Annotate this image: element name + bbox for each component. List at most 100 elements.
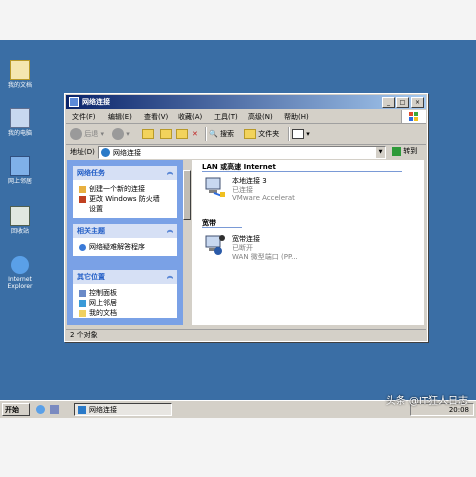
move-to-icon: [160, 129, 172, 139]
toolbar-separator: [205, 127, 207, 141]
address-value: 网络连接: [113, 149, 141, 157]
menu-favorites[interactable]: 收藏(A): [178, 112, 202, 122]
go-button[interactable]: 转到: [392, 146, 422, 158]
search-icon: 🔍: [209, 130, 218, 138]
taskbar-item-network-connections[interactable]: 网络连接: [74, 403, 172, 416]
toolbar: 后退 ▾ ▾ ✕ 🔍 搜索 文件夹 ▾: [66, 124, 426, 145]
desktop-icon-my-documents[interactable]: 我的文档: [0, 60, 40, 89]
window-icon: [69, 97, 79, 107]
back-arrow-icon: [70, 128, 82, 140]
connection-broadband[interactable]: 宽带连接 已断开 WAN 微型端口 (PP...: [202, 234, 372, 264]
address-bar: 地址(D) 网络连接 ▼ 转到: [66, 145, 426, 159]
bottom-band: [0, 418, 476, 477]
search-button[interactable]: 🔍 搜索: [209, 127, 234, 141]
place-network-places[interactable]: 网上邻居: [73, 298, 177, 308]
network-places-icon: [10, 156, 30, 176]
related-topics-box: 相关主题 ︽ 网络疑难解答程序: [73, 224, 177, 256]
address-input[interactable]: 网络连接 ▼: [98, 146, 386, 159]
menu-advanced[interactable]: 高级(N): [248, 112, 273, 122]
group-divider: [202, 227, 242, 228]
move-to-button[interactable]: [160, 127, 172, 141]
topic-network-troubleshooter[interactable]: 网络疑难解答程序: [73, 242, 177, 252]
place-control-panel[interactable]: 控制面板: [73, 288, 177, 298]
menu-bar: 文件(F) 编辑(E) 查看(V) 收藏(A) 工具(T) 高级(N) 帮助(H…: [66, 110, 426, 124]
lan-connection-icon: [202, 176, 226, 198]
go-arrow-icon: [392, 146, 401, 156]
clock[interactable]: 20:08: [449, 406, 469, 414]
up-folder-icon: [142, 129, 154, 139]
control-panel-icon: [79, 289, 86, 297]
task-change-firewall-line2[interactable]: 设置: [73, 204, 177, 214]
copy-to-icon: [176, 129, 188, 139]
group-divider: [202, 171, 402, 172]
connection-device: VMware Accelerat: [232, 194, 295, 202]
window-title: 网络连接: [82, 98, 110, 106]
internet-explorer-icon: [11, 256, 29, 274]
address-label: 地址(D): [70, 148, 95, 156]
place-my-documents[interactable]: 我的文档: [73, 308, 177, 318]
connections-list: LAN 或高速 Internet 本地连接 3 已连接 VMware Accel…: [192, 160, 424, 325]
address-dropdown-button[interactable]: ▼: [376, 147, 385, 158]
task-create-connection[interactable]: 创建一个新的连接: [73, 184, 177, 194]
delete-icon: ✕: [192, 130, 198, 138]
close-button[interactable]: ×: [411, 97, 424, 108]
scrollbar-thumb[interactable]: [183, 170, 191, 220]
quick-launch-ie-icon[interactable]: [36, 405, 45, 414]
network-connections-window: 网络连接 _ □ × 文件(F) 编辑(E) 查看(V) 收藏(A) 工具(T)…: [64, 93, 428, 342]
task-pane: 网络任务 ︽ 创建一个新的连接 更改 Windows 防火墙 设置 相关主题 ︽…: [67, 160, 183, 325]
collapse-icon: ︽: [166, 273, 173, 280]
copy-to-button[interactable]: [176, 127, 188, 141]
network-tasks-header[interactable]: 网络任务 ︽: [73, 166, 177, 180]
related-topics-header[interactable]: 相关主题 ︽: [73, 224, 177, 238]
folders-icon: [244, 129, 256, 139]
forward-button[interactable]: ▾: [112, 127, 130, 141]
task-change-firewall[interactable]: 更改 Windows 防火墙: [73, 194, 177, 204]
forward-arrow-icon: [112, 128, 124, 140]
documents-icon: [79, 309, 86, 317]
task-pane-scrollbar[interactable]: [183, 160, 191, 325]
menu-file[interactable]: 文件(F): [72, 112, 96, 122]
documents-icon: [10, 60, 30, 80]
connection-device: WAN 微型端口 (PP...: [232, 253, 298, 261]
desktop-icon-my-computer[interactable]: 我的电脑: [0, 108, 40, 137]
network-tasks-box: 网络任务 ︽ 创建一个新的连接 更改 Windows 防火墙 设置: [73, 166, 177, 218]
up-button[interactable]: [142, 127, 154, 141]
delete-button[interactable]: ✕: [192, 127, 198, 141]
back-button[interactable]: 后退 ▾: [70, 127, 104, 141]
top-band: [0, 0, 476, 40]
network-places-icon: [79, 299, 86, 307]
views-icon: [292, 129, 304, 139]
minimize-button[interactable]: _: [382, 97, 395, 108]
menu-help[interactable]: 帮助(H): [284, 112, 309, 122]
object-count: 2 个对象: [70, 331, 98, 339]
info-icon: [79, 243, 86, 251]
desktop-icon-recycle-bin[interactable]: 回收站: [0, 206, 40, 235]
firewall-icon: [79, 195, 86, 203]
menu-view[interactable]: 查看(V): [144, 112, 168, 122]
recycle-bin-icon: [10, 206, 30, 226]
windows-logo-icon: [401, 110, 426, 123]
new-connection-icon: [79, 185, 86, 193]
other-places-box: 其它位置 ︽ 控制面板 网上邻居 我的文档: [73, 270, 177, 318]
network-connections-icon: [101, 148, 110, 157]
menu-edit[interactable]: 编辑(E): [108, 112, 132, 122]
collapse-icon: ︽: [166, 169, 173, 176]
maximize-button[interactable]: □: [396, 97, 409, 108]
other-places-header[interactable]: 其它位置 ︽: [73, 270, 177, 284]
views-button[interactable]: ▾: [292, 127, 310, 141]
folders-button[interactable]: 文件夹: [244, 127, 279, 141]
start-button[interactable]: 开始: [2, 403, 30, 416]
broadband-connection-icon: [202, 234, 226, 256]
desktop-icon-network-places[interactable]: 网上邻居: [0, 156, 40, 185]
computer-icon: [10, 108, 30, 128]
menu-tools[interactable]: 工具(T): [214, 112, 238, 122]
title-bar[interactable]: 网络连接 _ □ ×: [66, 95, 426, 109]
collapse-icon: ︽: [166, 227, 173, 234]
status-bar: 2 个对象: [66, 329, 426, 340]
quick-launch-desktop-icon[interactable]: [50, 405, 59, 414]
network-connections-icon: [78, 406, 86, 414]
toolbar-separator: [288, 127, 290, 141]
connection-local-area[interactable]: 本地连接 3 已连接 VMware Accelerat: [202, 176, 372, 206]
desktop-icon-internet-explorer[interactable]: Internet Explorer: [0, 256, 40, 290]
watermark: 头条 @IT狂人日志: [385, 396, 468, 407]
